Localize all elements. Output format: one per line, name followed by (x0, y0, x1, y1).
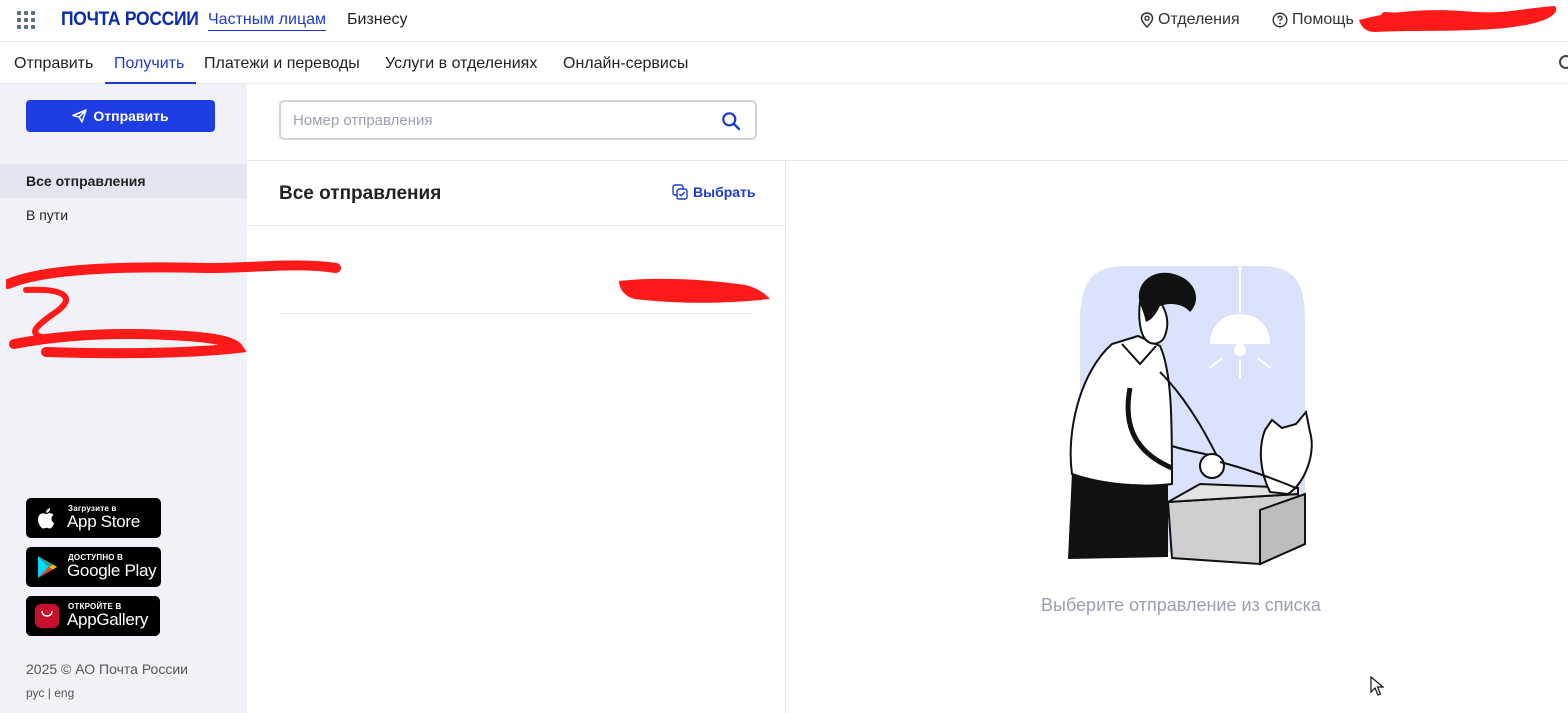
search-icon[interactable] (1559, 55, 1568, 69)
lang-separator: | (47, 686, 51, 700)
sidebar-item-label: Все отправления (26, 173, 146, 189)
language-switcher: рус | eng (26, 686, 74, 700)
select-button[interactable]: Выбрать (672, 184, 756, 200)
divider (785, 160, 786, 713)
tracking-search-box (279, 100, 757, 140)
lang-en[interactable]: eng (54, 686, 74, 700)
subnav-receive[interactable]: Получить (114, 55, 184, 73)
tracking-number-input[interactable] (293, 110, 713, 130)
app-store-badge[interactable]: Загрузите в App Store (26, 498, 161, 538)
apple-icon (38, 508, 55, 529)
store-large-text: App Store (67, 512, 140, 531)
mouse-cursor-icon (1370, 676, 1384, 696)
sidebar-item-all-shipments[interactable]: Все отправления (0, 164, 247, 198)
search-icon[interactable] (721, 111, 741, 131)
apps-grid-icon[interactable] (17, 11, 35, 29)
select-button-label: Выбрать (693, 184, 756, 200)
google-play-icon (38, 556, 57, 578)
subnav-send[interactable]: Отправить (14, 55, 93, 73)
offices-label: Отделения (1158, 11, 1240, 28)
top-header: ПОЧТА РОССИИ Частным лицам Бизнесу Отдел… (0, 0, 1568, 42)
sub-navigation: Отправить Получить Платежи и переводы Ус… (0, 43, 1568, 84)
subnav-online-services[interactable]: Онлайн-сервисы (563, 55, 688, 73)
logo[interactable]: ПОЧТА РОССИИ (61, 9, 199, 31)
shipments-list-title: Все отправления (279, 183, 442, 204)
sidebar-item-label: В пути (26, 207, 69, 223)
nav-private-persons[interactable]: Частным лицам (208, 11, 327, 31)
empty-state-illustration (1068, 266, 1313, 566)
google-play-badge[interactable]: ДОСТУПНО В Google Play (26, 547, 161, 587)
subnav-office-services[interactable]: Услуги в отделениях (385, 55, 537, 73)
paper-plane-icon (72, 109, 88, 123)
redaction-mark (1359, 6, 1557, 32)
help-link[interactable]: Помощь (1272, 11, 1354, 29)
subnav-payments[interactable]: Платежи и переводы (204, 55, 360, 73)
huawei-icon (35, 604, 59, 628)
empty-state-text: Выберите отправление из списка (1041, 595, 1321, 615)
location-pin-icon (1140, 12, 1154, 28)
sidebar-item-in-transit[interactable]: В пути (0, 198, 247, 232)
store-large-text: Google Play (67, 561, 157, 580)
help-label: Помощь (1292, 11, 1354, 28)
send-button-label: Отправить (93, 108, 169, 124)
copyright: 2025 © АО Почта России (26, 661, 188, 677)
help-circle-icon (1272, 12, 1288, 28)
redaction-mark (619, 278, 770, 303)
send-button[interactable]: Отправить (26, 100, 215, 132)
store-large-text: AppGallery (67, 610, 149, 629)
offices-link[interactable]: Отделения (1140, 11, 1240, 29)
lang-ru[interactable]: рус (26, 686, 44, 700)
select-checkbox-icon (672, 184, 688, 200)
divider (247, 160, 1568, 161)
nav-business[interactable]: Бизнесу (347, 11, 408, 29)
sidebar: Отправить Все отправления В пути Загрузи… (0, 84, 341, 713)
appgallery-badge[interactable]: ОТКРОЙТЕ В AppGallery (26, 596, 160, 636)
